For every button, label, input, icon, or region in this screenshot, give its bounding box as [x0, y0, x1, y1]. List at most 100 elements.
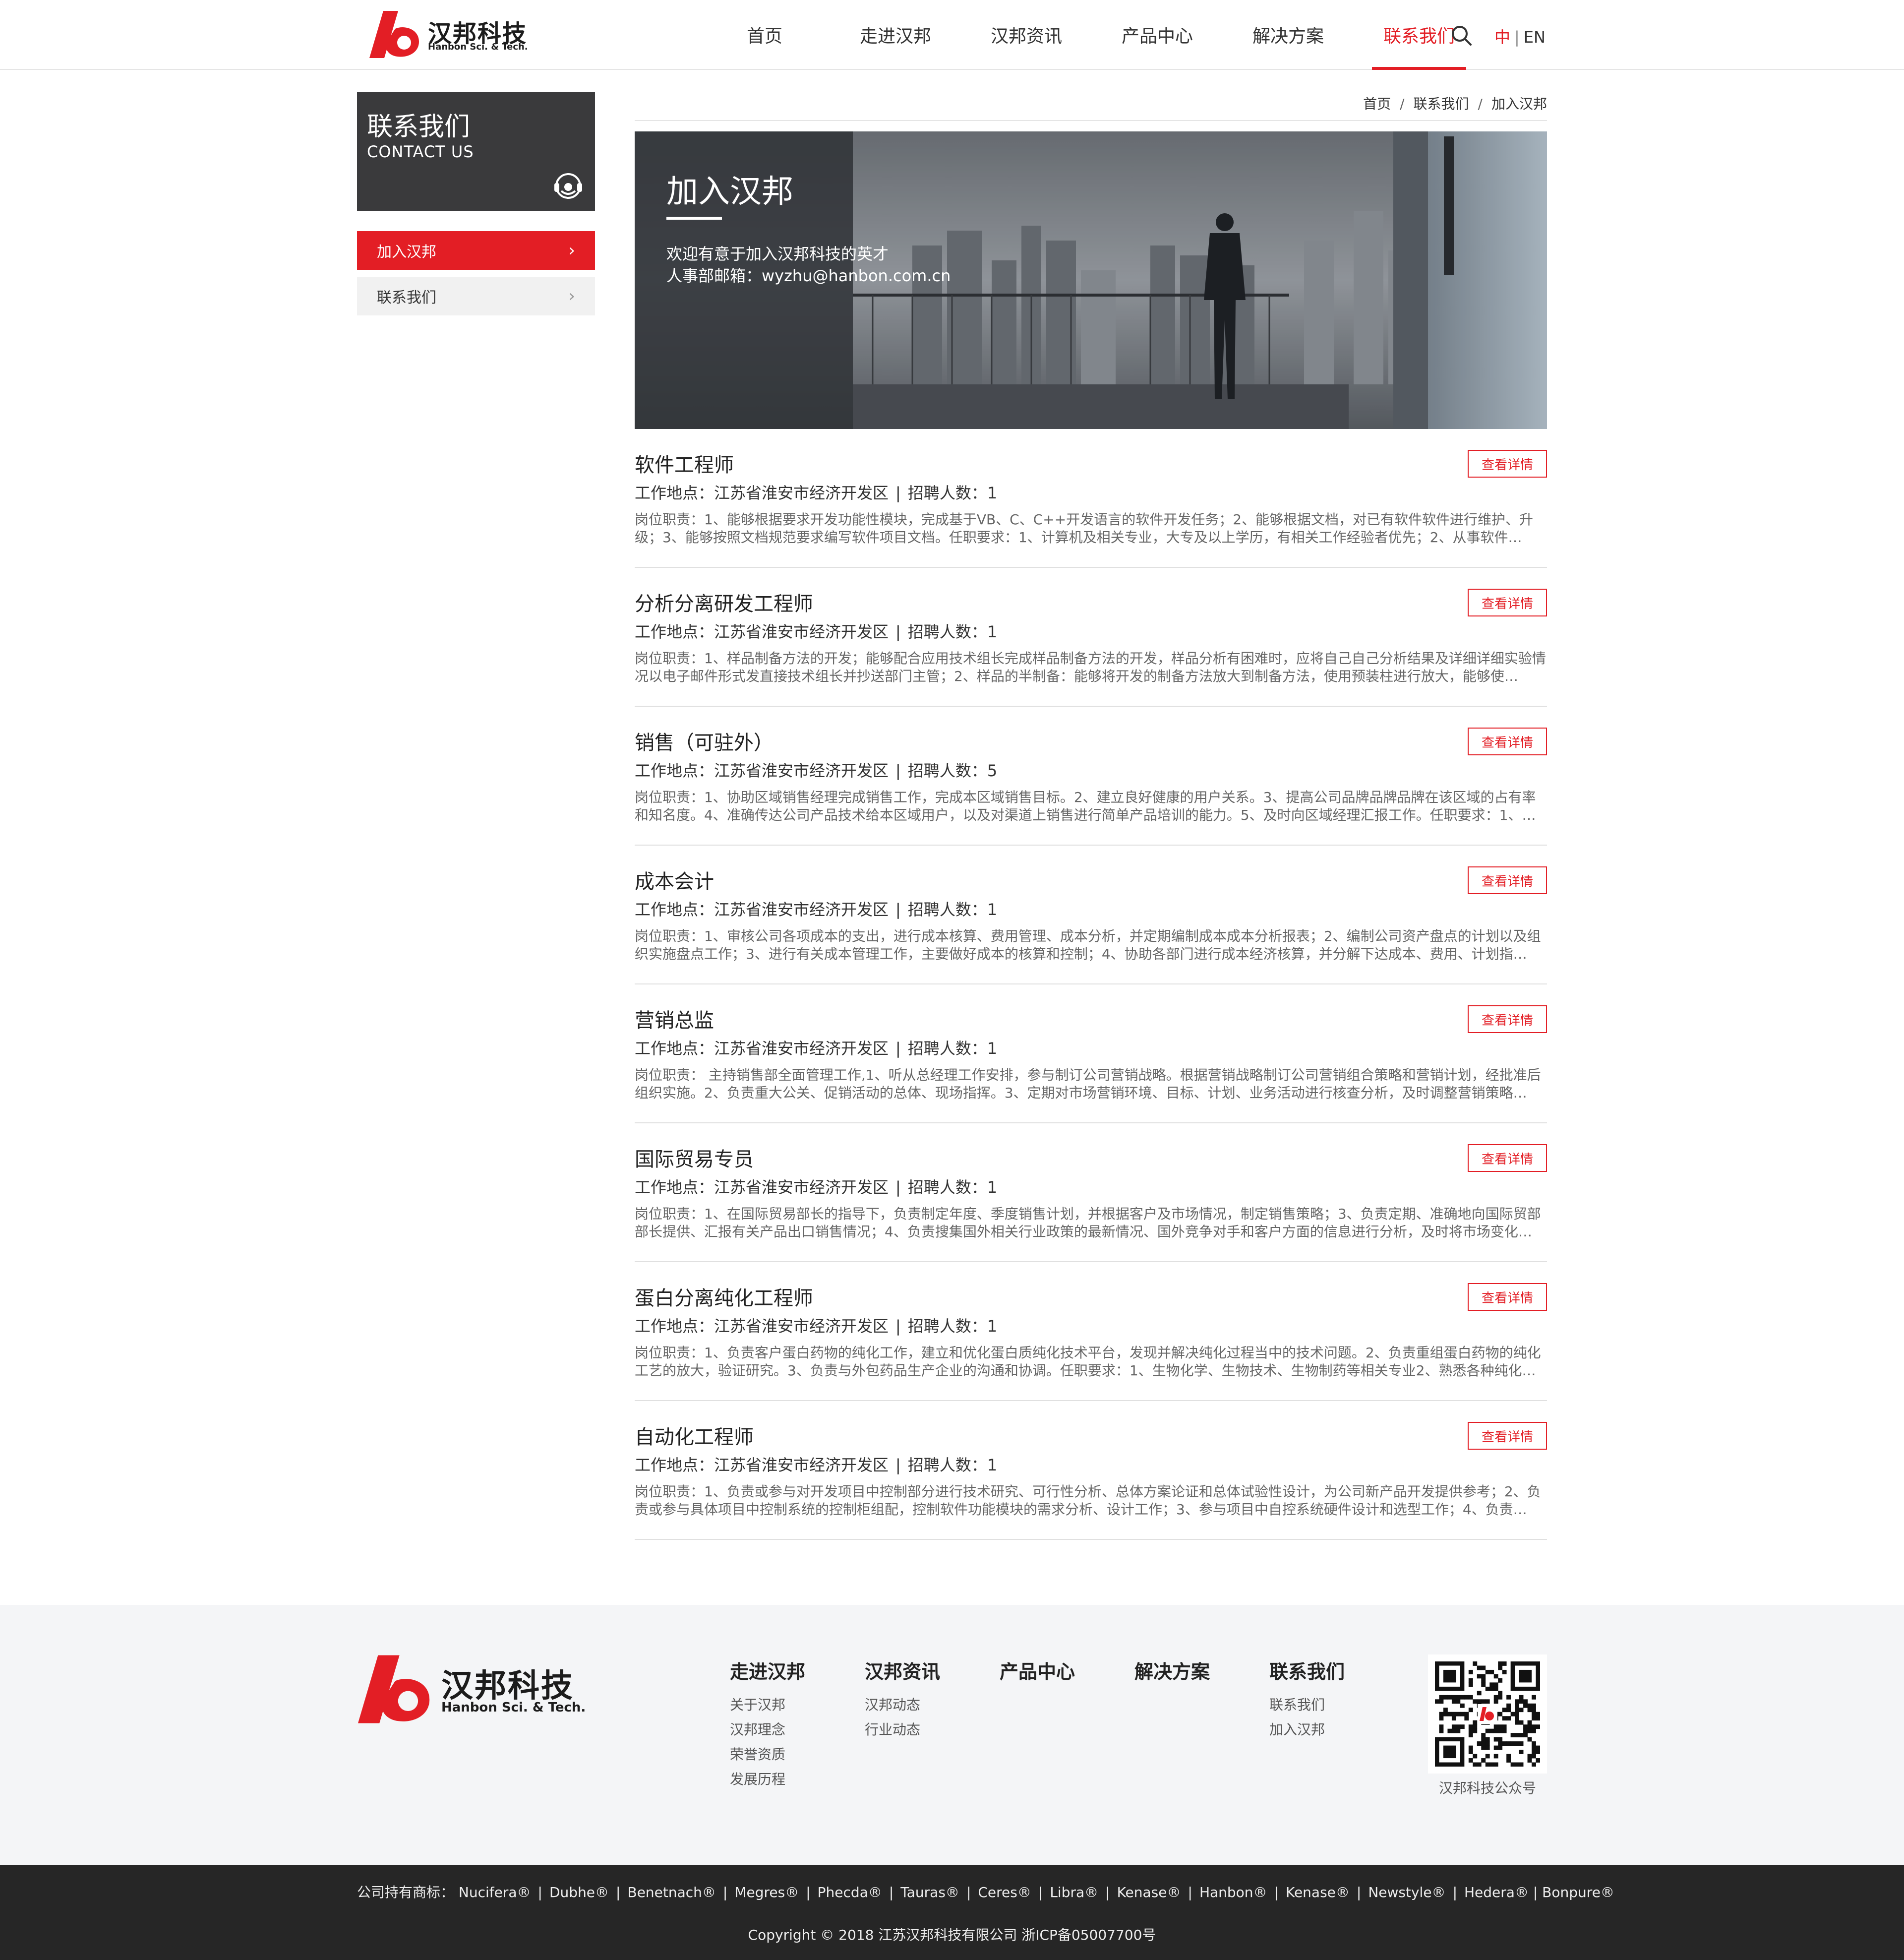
- trademark-separator: |: [1038, 1884, 1043, 1900]
- job-item: 成本会计 工作地点：江苏省淮安市经济开发区 | 招聘人数：1 岗位职责：1、审核公司…: [635, 846, 1547, 984]
- job-meta: 工作地点：江苏省淮安市经济开发区 | 招聘人数：1: [635, 1036, 997, 1059]
- nav-solutions[interactable]: 解决方案: [1223, 0, 1354, 69]
- footer-link[interactable]: 联系我们: [1269, 1693, 1345, 1717]
- language-switch: 中 | EN: [1494, 25, 1546, 48]
- banner-welcome-text: 欢迎有意于加入汉邦科技的英才: [666, 245, 889, 263]
- job-location: 江苏省淮安市经济开发区: [714, 1039, 889, 1058]
- job-description: 岗位职责：1、负责或参与对开发项目中控制部分进行技术研究、可行性分析、总体方案论…: [635, 1483, 1541, 1518]
- job-meta: 工作地点：江苏省淮安市经济开发区 | 招聘人数：1: [635, 619, 997, 642]
- view-details-button[interactable]: 查看详情: [1468, 1144, 1547, 1172]
- job-description: 岗位职责：1、协助区域销售经理完成销售工作，完成本区域销售目标。2、建立良好健康…: [635, 789, 1536, 823]
- breadcrumb-contact[interactable]: 联系我们: [1414, 96, 1469, 112]
- job-title[interactable]: 销售（可驻外）: [635, 727, 774, 755]
- trademark-item: Newstyle®: [1368, 1884, 1446, 1900]
- footer-col-title[interactable]: 走进汉邦: [730, 1656, 805, 1684]
- nav-home[interactable]: 首页: [699, 0, 830, 69]
- job-description: 岗位职责：1、能够根据要求开发功能性模块，完成基于VB、C、C++开发语言的软件…: [635, 511, 1534, 546]
- footer-col-title[interactable]: 产品中心: [1000, 1656, 1075, 1684]
- job-meta-separator: |: [895, 900, 901, 919]
- job-title[interactable]: 成本会计: [635, 865, 714, 894]
- view-details-button[interactable]: 查看详情: [1468, 1422, 1547, 1450]
- sidebar-item-join[interactable]: 加入汉邦 ›: [357, 231, 595, 270]
- job-title[interactable]: 自动化工程师: [635, 1421, 754, 1450]
- job-count: 1: [987, 1317, 998, 1336]
- breadcrumb-divider: [635, 120, 1547, 121]
- job-title[interactable]: 软件工程师: [635, 449, 734, 478]
- footer-col-title[interactable]: 解决方案: [1134, 1656, 1210, 1684]
- job-location-label: 工作地点：: [635, 484, 714, 502]
- view-details-button[interactable]: 查看详情: [1468, 728, 1547, 755]
- view-details-button[interactable]: 查看详情: [1468, 866, 1547, 894]
- trademark-separator: |: [1274, 1884, 1279, 1900]
- job-location-label: 工作地点：: [635, 622, 714, 641]
- job-location: 江苏省淮安市经济开发区: [714, 1317, 889, 1336]
- nav-news[interactable]: 汉邦资讯: [961, 0, 1092, 69]
- nav-about[interactable]: 走进汉邦: [830, 0, 961, 69]
- breadcrumb: 首页 / 联系我们 / 加入汉邦: [1363, 93, 1547, 113]
- trademark-separator: |: [889, 1884, 894, 1900]
- trademark-item: Kenase®: [1285, 1884, 1350, 1900]
- job-title[interactable]: 营销总监: [635, 1004, 714, 1033]
- sidebar-menu: 加入汉邦 › 联系我们 ›: [357, 231, 595, 322]
- breadcrumb-home[interactable]: 首页: [1363, 96, 1391, 112]
- job-meta: 工作地点：江苏省淮安市经济开发区 | 招聘人数：5: [635, 758, 997, 781]
- site-logo[interactable]: 汉邦科技 Hanbon Sci. & Tech.: [369, 11, 528, 58]
- job-count-label: 招聘人数：: [907, 1178, 987, 1197]
- lang-zh[interactable]: 中: [1494, 28, 1510, 47]
- job-count: 1: [987, 1039, 998, 1058]
- footer-link[interactable]: 荣誉资质: [730, 1742, 805, 1767]
- view-details-button[interactable]: 查看详情: [1468, 1283, 1547, 1311]
- view-details-button[interactable]: 查看详情: [1468, 450, 1547, 478]
- footer-link[interactable]: 发展历程: [730, 1767, 805, 1792]
- job-title[interactable]: 蛋白分离纯化工程师: [635, 1282, 813, 1311]
- job-item: 软件工程师 工作地点：江苏省淮安市经济开发区 | 招聘人数：1 岗位职责：1、能够根…: [635, 429, 1547, 568]
- job-list: 软件工程师 工作地点：江苏省淮安市经济开发区 | 招聘人数：1 岗位职责：1、能够根…: [635, 429, 1547, 1540]
- job-meta-separator: |: [895, 1039, 901, 1058]
- trademark-item: Phecda®: [817, 1884, 882, 1900]
- trademark-separator: |: [616, 1884, 621, 1900]
- trademark-item: Libra®: [1050, 1884, 1099, 1900]
- job-location: 江苏省淮安市经济开发区: [714, 761, 889, 780]
- copyright-text: Copyright © 2018 江苏汉邦科技有限公司 浙ICP备0500770…: [748, 1927, 1156, 1943]
- footer-link[interactable]: 关于汉邦: [730, 1693, 805, 1717]
- job-location: 江苏省淮安市经济开发区: [714, 484, 889, 502]
- trademark-item: Tauras®: [900, 1884, 959, 1900]
- trademark-item: Hanbon®: [1199, 1884, 1267, 1900]
- view-details-button[interactable]: 查看详情: [1468, 1005, 1547, 1033]
- job-meta: 工作地点：江苏省淮安市经济开发区 | 招聘人数：1: [635, 1314, 997, 1337]
- view-details-button[interactable]: 查看详情: [1468, 589, 1547, 616]
- job-location-label: 工作地点：: [635, 900, 714, 919]
- footer-logo-en: Hanbon Sci. & Tech.: [441, 1700, 586, 1715]
- breadcrumb-separator: /: [1400, 96, 1405, 112]
- job-meta: 工作地点：江苏省淮安市经济开发区 | 招聘人数：1: [635, 1175, 997, 1198]
- job-count: 1: [987, 1456, 998, 1474]
- footer-col-solutions: 解决方案: [1134, 1656, 1210, 1693]
- trademark-item: Kenase®: [1117, 1884, 1181, 1900]
- job-item: 分析分离研发工程师 工作地点：江苏省淮安市经济开发区 | 招聘人数：1 岗位职责：1…: [635, 568, 1547, 707]
- lang-en[interactable]: EN: [1524, 28, 1546, 47]
- job-count: 5: [987, 761, 998, 780]
- job-meta-separator: |: [895, 1456, 901, 1474]
- lang-separator: |: [1514, 28, 1520, 47]
- footer-link[interactable]: 加入汉邦: [1269, 1717, 1345, 1742]
- wechat-qr-code: [1428, 1654, 1547, 1774]
- sidebar-item-contact[interactable]: 联系我们 ›: [357, 277, 595, 315]
- footer-col-title[interactable]: 联系我们: [1269, 1656, 1345, 1684]
- job-location-label: 工作地点：: [635, 1178, 714, 1197]
- job-meta: 工作地点：江苏省淮安市经济开发区 | 招聘人数：1: [635, 1453, 997, 1475]
- job-count-label: 招聘人数：: [907, 1456, 987, 1474]
- job-location: 江苏省淮安市经济开发区: [714, 900, 889, 919]
- search-icon[interactable]: [1451, 25, 1473, 47]
- trademark-item: Ceres®: [978, 1884, 1031, 1900]
- nav-products[interactable]: 产品中心: [1092, 0, 1223, 69]
- job-count: 1: [987, 484, 998, 502]
- footer-link[interactable]: 行业动态: [865, 1717, 940, 1742]
- job-title[interactable]: 分析分离研发工程师: [635, 588, 813, 616]
- job-meta: 工作地点：江苏省淮安市经济开发区 | 招聘人数：1: [635, 481, 997, 503]
- footer-logo[interactable]: 汉邦科技 Hanbon Sci. & Tech.: [358, 1654, 586, 1724]
- footer-link[interactable]: 汉邦理念: [730, 1717, 805, 1742]
- footer-link[interactable]: 汉邦动态: [865, 1693, 940, 1717]
- footer-col-title[interactable]: 汉邦资讯: [865, 1656, 940, 1684]
- logo-mark-icon: [369, 11, 419, 58]
- job-title[interactable]: 国际贸易专员: [635, 1143, 754, 1172]
